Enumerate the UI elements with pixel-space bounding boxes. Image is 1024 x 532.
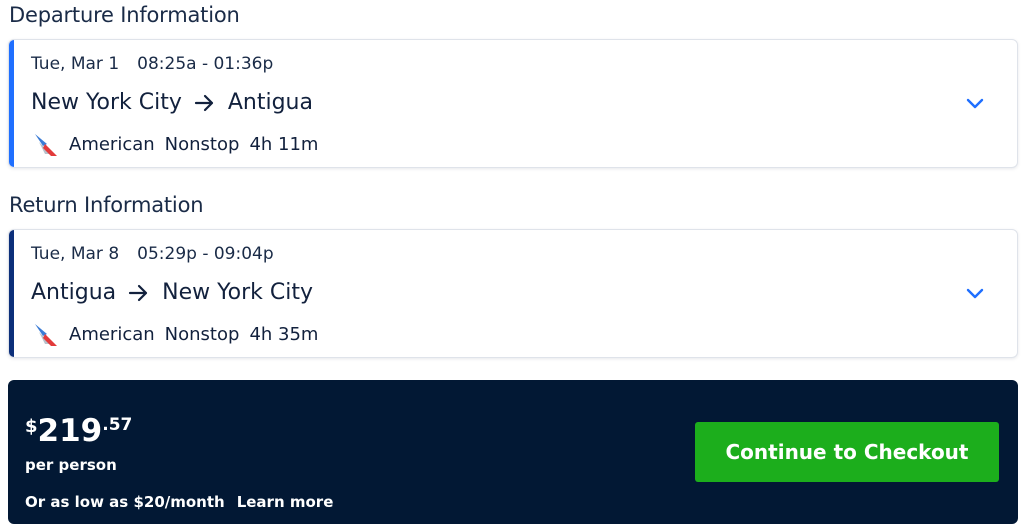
departure-stops: Nonstop (164, 133, 240, 155)
departure-origin: New York City (31, 90, 182, 115)
departure-section-title: Departure Information (9, 3, 240, 27)
total-price: $ 219 .57 (25, 416, 132, 447)
departure-time: 08:25a - 01:36p (137, 54, 274, 74)
arrow-right-icon (129, 284, 148, 301)
return-flight-card[interactable]: Tue, Mar 8 05:29p - 09:04p Antigua New Yo… (8, 229, 1018, 358)
departure-meta: Tue, Mar 1 08:25a - 01:36p (31, 54, 273, 74)
price-cents: .57 (102, 415, 133, 435)
departure-airline-row: American Nonstop 4h 11m (31, 130, 318, 158)
financing-row: Or as low as $20/month Learn more (25, 493, 333, 511)
departure-card-accent (9, 40, 14, 167)
american-airlines-logo (35, 134, 57, 156)
return-airline-row: American Nonstop 4h 35m (31, 320, 318, 348)
financing-text: Or as low as $20/month (25, 493, 225, 511)
chevron-down-icon[interactable] (965, 96, 985, 110)
per-person-label: per person (25, 456, 117, 474)
departure-duration: 4h 11m (249, 133, 319, 155)
return-duration: 4h 35m (249, 323, 319, 345)
american-airlines-logo (35, 324, 57, 346)
return-stops: Nonstop (164, 323, 240, 345)
price-dollars: 219 (37, 413, 103, 449)
learn-more-link[interactable]: Learn more (237, 493, 334, 511)
return-date: Tue, Mar 8 (31, 244, 120, 264)
arrow-right-icon (194, 94, 213, 111)
return-meta: Tue, Mar 8 05:29p - 09:04p (31, 244, 274, 264)
return-card-accent (9, 230, 14, 357)
price-summary-bar: $ 219 .57 per person Or as low as $20/mo… (8, 380, 1018, 524)
departure-route: New York City Antigua (31, 90, 313, 115)
continue-to-checkout-button[interactable]: Continue to Checkout (695, 422, 999, 482)
chevron-down-icon[interactable] (965, 286, 985, 300)
return-section-title: Return Information (9, 193, 204, 217)
return-airline: American (69, 323, 155, 345)
departure-airline: American (69, 133, 155, 155)
price-currency: $ (25, 416, 38, 437)
departure-date: Tue, Mar 1 (31, 54, 120, 74)
return-destination: New York City (162, 280, 313, 305)
return-route: Antigua New York City (31, 280, 313, 305)
departure-flight-card[interactable]: Tue, Mar 1 08:25a - 01:36p New York City … (8, 39, 1018, 168)
departure-destination: Antigua (227, 90, 313, 115)
return-time: 05:29p - 09:04p (137, 244, 274, 264)
return-origin: Antigua (31, 280, 117, 305)
